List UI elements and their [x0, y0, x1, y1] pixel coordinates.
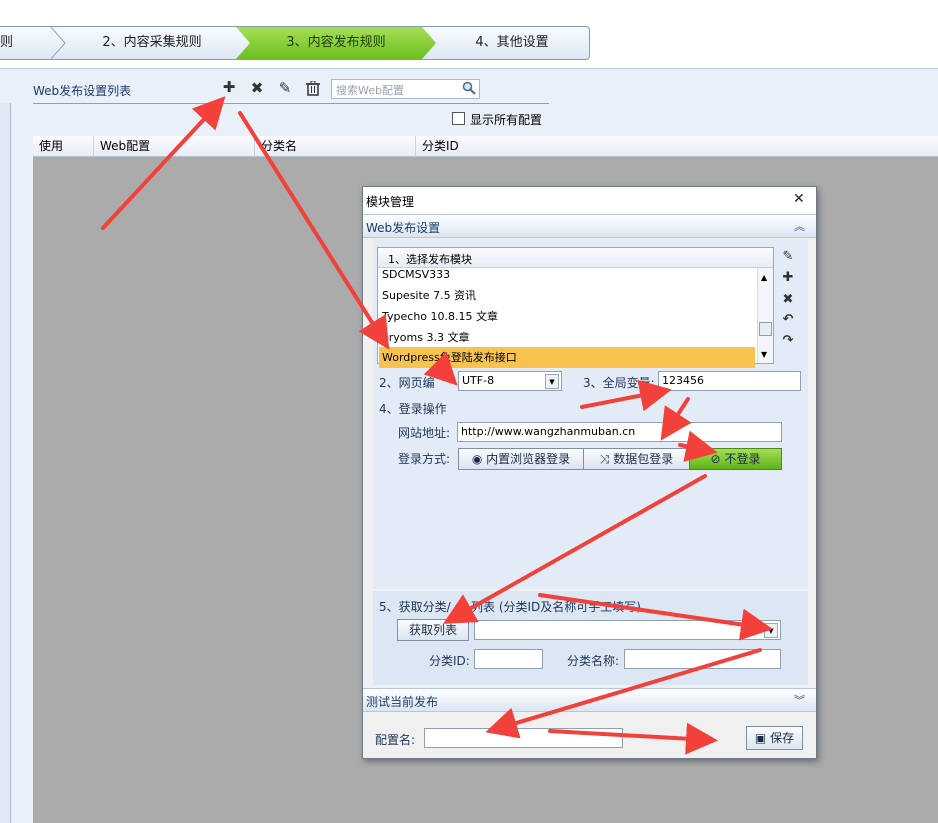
section-header-web-publish[interactable]: Web发布设置 ︽ [363, 214, 816, 238]
shuffle-icon: ⤨ [599, 452, 610, 466]
search-icon[interactable] [462, 81, 476, 98]
module-list-scrollbar[interactable]: ▲ ▼ [757, 268, 773, 363]
wizard-step-label: 3、内容发布规则 [286, 35, 386, 50]
module-item[interactable]: Supesite 7.5 资讯 [382, 285, 476, 306]
config-name-label: 配置名: [375, 733, 416, 747]
search-input[interactable]: 搜索Web配置 [331, 79, 480, 99]
category-id-input[interactable] [474, 649, 543, 669]
close-icon[interactable]: ✖ [778, 292, 798, 307]
scroll-up-icon[interactable]: ▲ [761, 273, 767, 282]
builtin-browser-login-button[interactable]: ◉ 内置浏览器登录 [458, 448, 584, 470]
packet-login-button[interactable]: ⤨ 数据包登录 [583, 448, 690, 470]
login-button-label: 内置浏览器登录 [486, 452, 571, 466]
close-icon[interactable]: ✕ [793, 191, 805, 207]
trash-icon[interactable] [306, 80, 320, 99]
encoding-value: UTF-8 [462, 374, 495, 387]
category-name-input[interactable] [624, 649, 781, 669]
category-select[interactable] [474, 620, 781, 640]
module-item-selected[interactable]: Wordpress免登陆发布接口 [379, 347, 755, 368]
global-var-value: 123456 [662, 374, 704, 387]
global-var-input[interactable]: 123456 [658, 371, 801, 391]
category-section-label: 5、获取分类/ [379, 600, 451, 614]
plus-icon[interactable]: ✚ [220, 78, 238, 96]
save-button-label: 保存 [770, 731, 795, 745]
login-method-label: 登录方式: [398, 452, 451, 466]
scroll-down-icon[interactable]: ▼ [761, 350, 767, 359]
pencil-icon[interactable]: ✎ [276, 79, 294, 97]
show-all-checkbox[interactable] [452, 112, 465, 128]
global-var-label: 3、全局变量: [583, 376, 655, 390]
title-underline [33, 103, 549, 104]
wizard-step-2[interactable]: 2、内容采集规则 [64, 27, 240, 59]
ban-icon: ⊘ [710, 452, 721, 466]
save-icon: ▣ [754, 731, 767, 745]
left-splitter[interactable] [0, 103, 11, 823]
undo-icon[interactable]: ↶ [778, 312, 798, 327]
chevron-down-icon[interactable]: ▼ [545, 374, 559, 389]
login-section-label: 4、登录操作 [379, 402, 447, 416]
site-url-label: 网站地址: [398, 426, 451, 440]
scroll-thumb[interactable] [759, 322, 772, 336]
encoding-label: 2、网页编 [379, 376, 435, 390]
show-all-label: 显示所有配置 [470, 113, 543, 127]
wizard-step-label: 2、内容采集规则 [102, 35, 202, 50]
panel-title: Web发布设置列表 [33, 84, 132, 98]
module-item[interactable]: eryoms 3.3 文章 [382, 327, 469, 348]
grid-header: 使用 Web配置 分类名 分类ID [33, 136, 938, 157]
wizard-step-1[interactable]: 则 [0, 27, 50, 59]
column-header-category-name[interactable]: 分类名 [255, 136, 416, 157]
category-name-label: 分类名称: [567, 654, 620, 668]
expand-icon[interactable]: ︾ [794, 692, 805, 708]
wizard-step-label: 则 [0, 35, 14, 50]
close-icon[interactable]: ✖ [248, 79, 266, 97]
fetch-list-label: 获取列表 [408, 623, 457, 637]
login-button-label: 数据包登录 [613, 452, 674, 466]
dialog-titlebar: 模块管理 ✕ [363, 187, 816, 214]
redo-icon[interactable]: ↷ [778, 333, 798, 348]
category-id-label: 分类ID: [429, 654, 470, 668]
chevron-down-icon[interactable]: ▼ [764, 623, 778, 638]
module-manager-dialog: 模块管理 ✕ Web发布设置 ︽ 1、选择发布模块 SDCMSV333 Supe… [362, 186, 817, 759]
save-button[interactable]: ▣ 保存 [746, 726, 803, 750]
login-button-label: 不登录 [724, 452, 761, 466]
wizard-step-3[interactable]: 3、内容发布规则 [236, 27, 436, 59]
globe-icon: ◉ [471, 452, 483, 466]
pencil-icon[interactable]: ✎ [778, 249, 798, 264]
wizard-steps: 则 2、内容采集规则 3、内容发布规则 4、其他设置 [0, 26, 590, 60]
dialog-title: 模块管理 [366, 195, 415, 209]
module-list[interactable]: 1、选择发布模块 SDCMSV333 Supesite 7.5 资讯 Typec… [377, 247, 774, 368]
config-name-input[interactable] [424, 728, 623, 748]
section-header-test-publish[interactable]: 测试当前发布 ︾ [363, 688, 816, 712]
column-header-category-id[interactable]: 分类ID [416, 136, 938, 157]
no-login-button[interactable]: ⊘ 不登录 [689, 448, 782, 470]
fetch-list-button[interactable]: 获取列表 [397, 619, 469, 641]
site-url-value: http://www.wangzhanmuban.cn [461, 425, 636, 438]
search-placeholder: 搜索Web配置 [336, 84, 404, 97]
module-item[interactable]: Typecho 10.8.15 文章 [382, 306, 498, 327]
section-title: 测试当前发布 [366, 695, 439, 709]
column-header-web-config[interactable]: Web配置 [94, 136, 255, 157]
wizard-step-label: 4、其他设置 [475, 35, 549, 50]
column-header-use[interactable]: 使用 [33, 136, 94, 157]
module-item[interactable]: SDCMSV333 [382, 264, 450, 285]
site-url-input[interactable]: http://www.wangzhanmuban.cn [457, 422, 782, 442]
plus-icon[interactable]: ✚ [778, 270, 798, 285]
category-section-label-tail: 列表 (分类ID及名称可手工填写) [471, 600, 641, 614]
collapse-icon[interactable]: ︽ [794, 218, 805, 234]
section-title: Web发布设置 [366, 221, 441, 235]
wizard-step-4[interactable]: 4、其他设置 [436, 27, 588, 59]
